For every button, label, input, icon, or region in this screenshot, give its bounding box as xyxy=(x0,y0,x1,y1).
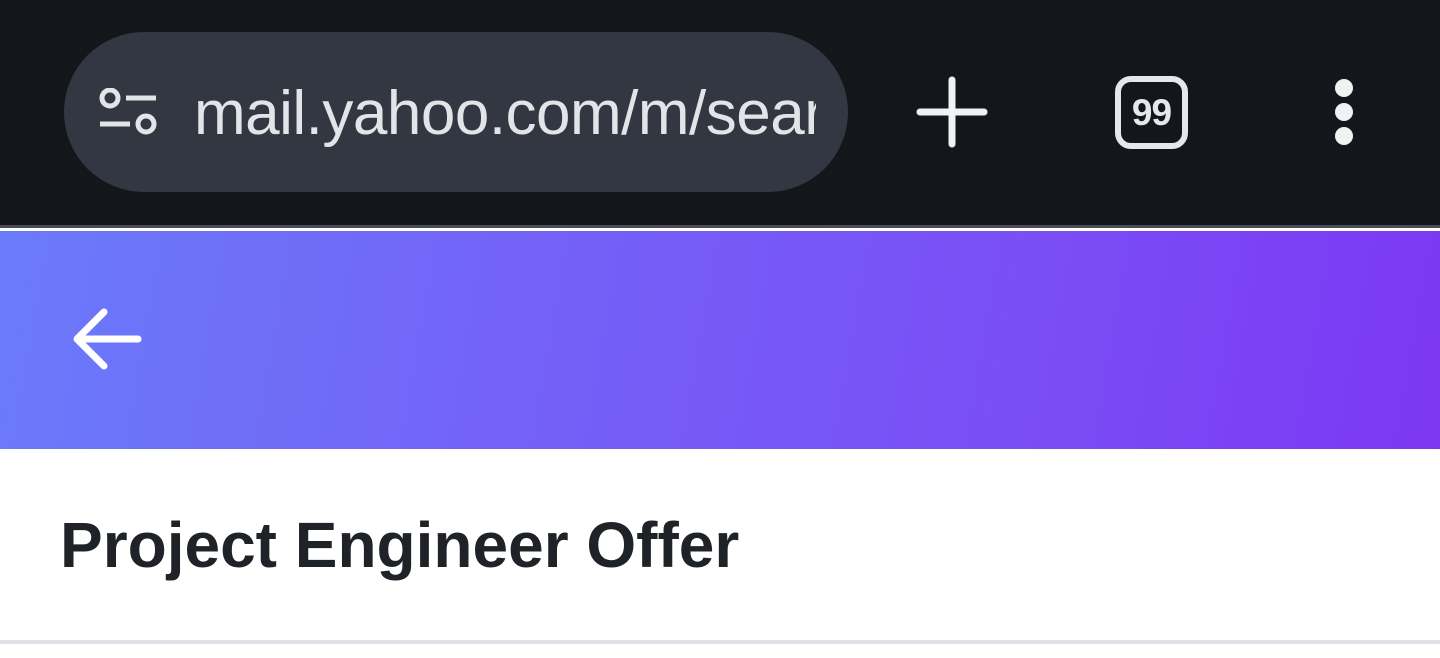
message-subject-section: Project Engineer Offer xyxy=(0,449,1440,642)
more-vert-icon[interactable] xyxy=(1314,70,1374,154)
address-bar-url[interactable]: mail.yahoo.com/m/search xyxy=(194,72,816,156)
browser-toolbar: mail.yahoo.com/m/search 99 xyxy=(0,0,1440,228)
content-area-edge xyxy=(0,644,1440,658)
tab-switcher-icon[interactable]: 99 xyxy=(1115,76,1188,149)
email-subject: Project Engineer Offer xyxy=(60,509,740,581)
plus-icon[interactable] xyxy=(910,70,994,154)
arrow-left-icon[interactable] xyxy=(64,299,150,379)
mail-header xyxy=(0,231,1440,449)
site-settings-icon[interactable] xyxy=(98,88,158,136)
